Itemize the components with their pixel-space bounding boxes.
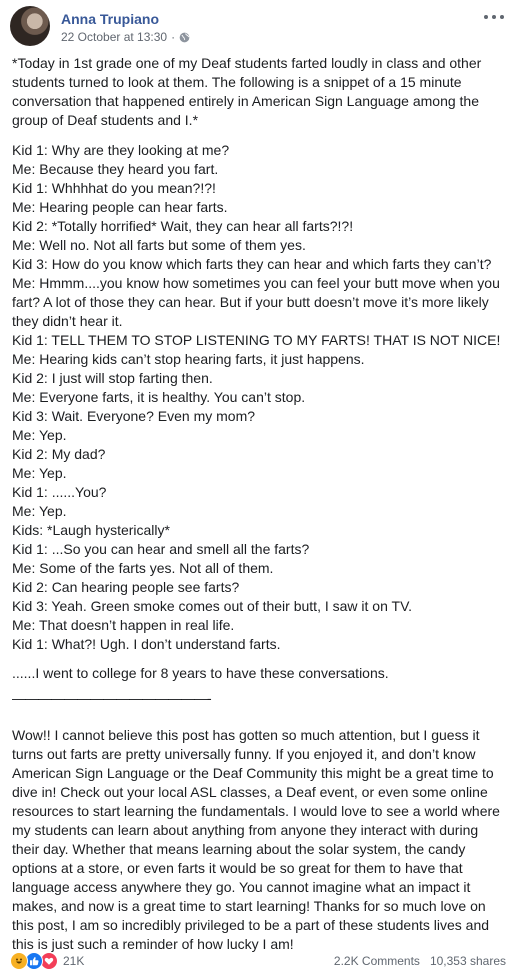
haha-reaction-icon bbox=[10, 952, 28, 970]
dialogue-line: Kid 1: Whhhhat do you mean?!?! bbox=[12, 180, 216, 196]
dialogue-list: Kid 1: Why are they looking at me? Me: Be… bbox=[12, 141, 508, 654]
dialogue-line: Kid 2: *Totally horrified* Wait, they ca… bbox=[12, 218, 354, 234]
more-options-icon[interactable] bbox=[484, 10, 504, 24]
dialogue-line: Kid 1: ......You? bbox=[12, 484, 107, 500]
dialogue-line: Kid 3: How do you know which farts they … bbox=[12, 256, 492, 272]
more-dot bbox=[492, 15, 496, 19]
dialogue-line: Me: Some of the farts yes. Not all of th… bbox=[12, 560, 274, 576]
more-dot bbox=[484, 15, 488, 19]
post-body: *Today in 1st grade one of my Deaf stude… bbox=[12, 54, 508, 954]
text-divider: ———————————————- bbox=[12, 690, 212, 706]
post-closing: ......I went to college for 8 years to h… bbox=[12, 665, 389, 681]
dialogue-line: Me: Everyone farts, it is healthy. You c… bbox=[12, 389, 306, 405]
post-header: Anna Trupiano 22 October at 13:30 · bbox=[10, 6, 510, 46]
dialogue-line: Kid 2: Can hearing people see farts? bbox=[12, 579, 240, 595]
dialogue-line: Me: Yep. bbox=[12, 503, 67, 519]
dialogue-line: Kid 1: ...So you can hear and smell all … bbox=[12, 541, 310, 557]
post-intro: *Today in 1st grade one of my Deaf stude… bbox=[12, 55, 482, 128]
facebook-post: Anna Trupiano 22 October at 13:30 · *Tod… bbox=[0, 0, 518, 976]
dialogue-line: Kid 1: TELL THEM TO STOP LISTENING TO MY… bbox=[12, 332, 501, 348]
post-timestamp[interactable]: 22 October at 13:30 bbox=[61, 30, 167, 44]
dialogue-line: Kid 1: Why are they looking at me? bbox=[12, 142, 230, 158]
dialogue-line: Me: Hearing people can hear farts. bbox=[12, 199, 228, 215]
dialogue-line: Me: Yep. bbox=[12, 465, 67, 481]
dialogue-line: Me: Yep. bbox=[12, 427, 67, 443]
dialogue-line: Kids: *Laugh hysterically* bbox=[12, 522, 170, 538]
dialogue-line: Me: Well no. Not all farts but some of t… bbox=[12, 237, 306, 253]
reaction-count: 21K bbox=[63, 954, 85, 968]
dialogue-line: Kid 2: My dad? bbox=[12, 446, 106, 462]
dialogue-line: Me: That doesn’t happen in real life. bbox=[12, 617, 235, 633]
post-meta: 22 October at 13:30 · bbox=[61, 30, 190, 44]
dialogue-line: Kid 3: Yeah. Green smoke comes out of th… bbox=[12, 598, 413, 614]
post-footer: 21K 2.2K Comments 10,353 shares bbox=[10, 950, 510, 972]
reactions-summary[interactable]: 21K bbox=[10, 952, 84, 970]
dialogue-line: Kid 3: Wait. Everyone? Even my mom? bbox=[12, 408, 256, 424]
meta-separator: · bbox=[171, 30, 176, 44]
author-name[interactable]: Anna Trupiano bbox=[61, 11, 159, 27]
dialogue-line: Me: Because they heard you fart. bbox=[12, 161, 219, 177]
post-update: Wow!! I cannot believe this post has got… bbox=[12, 727, 500, 952]
dialogue-line: Kid 1: What?! Ugh. I don’t understand fa… bbox=[12, 636, 281, 652]
shares-link[interactable]: 10,353 shares bbox=[430, 954, 506, 968]
dialogue-line: Me: Hearing kids can’t stop hearing fart… bbox=[12, 351, 365, 367]
more-dot bbox=[500, 15, 504, 19]
globe-icon[interactable] bbox=[179, 32, 190, 43]
post-stats: 2.2K Comments 10,353 shares bbox=[334, 954, 506, 968]
dialogue-line: Me: Hmmm....you know how sometimes you c… bbox=[12, 275, 500, 329]
dialogue-line: Kid 2: I just will stop farting then. bbox=[12, 370, 213, 386]
avatar[interactable] bbox=[10, 6, 50, 46]
comments-link[interactable]: 2.2K Comments bbox=[334, 954, 420, 968]
